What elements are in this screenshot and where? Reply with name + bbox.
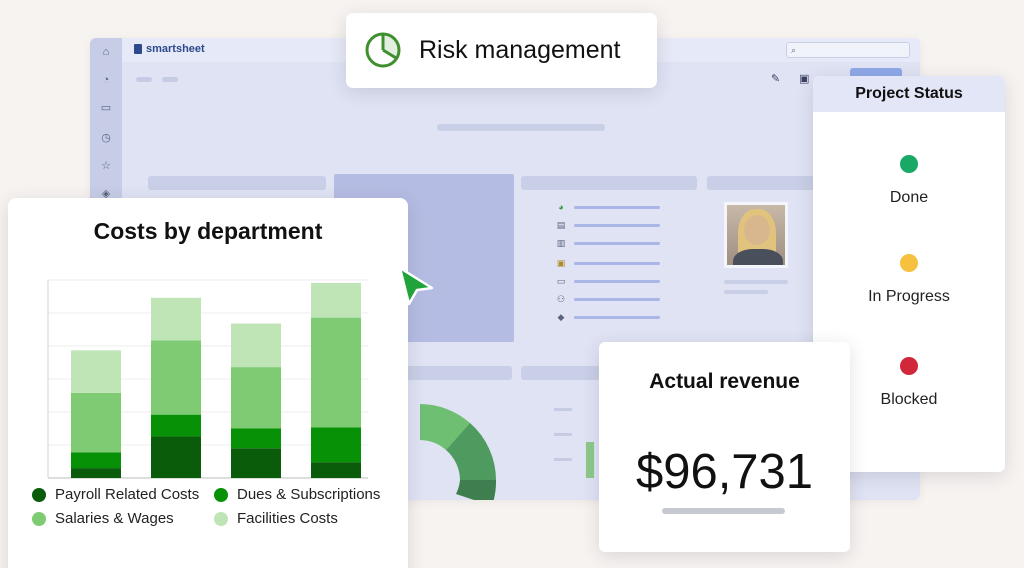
bar-segment: [71, 350, 121, 393]
legend-label: Dues & Subscriptions: [237, 486, 381, 503]
revenue-value: $96,731: [635, 445, 814, 499]
legend-swatch: [214, 511, 228, 526]
actual-revenue-card: Actual revenue $96,731: [599, 342, 850, 552]
bar-segment: [311, 317, 361, 428]
bar-segment: [311, 282, 361, 318]
legend-item: Facilities Costs: [214, 510, 404, 527]
status-dot: [900, 254, 918, 272]
legend-label: Facilities Costs: [237, 510, 338, 527]
status-in-progress: In Progress: [813, 254, 1005, 306]
status-label: In Progress: [868, 288, 950, 305]
legend-label: Salaries & Wages: [55, 510, 174, 527]
costs-by-department-card: Costs by department Payroll Related Cost…: [8, 198, 408, 568]
donut-segment: [456, 480, 497, 500]
risk-management-title: Risk management: [419, 36, 621, 64]
bar-segment: [231, 448, 281, 478]
bar-segment: [231, 367, 281, 429]
bar-segment: [151, 297, 201, 341]
project-status-title: Project Status: [813, 76, 1005, 112]
status-dot: [900, 357, 918, 375]
legend-swatch: [32, 487, 46, 502]
revenue-title: Actual revenue: [649, 370, 800, 393]
stacked-bar-chart: [47, 279, 368, 479]
pie-chart-icon: [365, 32, 401, 68]
risk-management-card[interactable]: Risk management: [346, 13, 657, 88]
chart-legend: Payroll Related Costs Dues & Subscription…: [32, 486, 412, 527]
axis-placeholder: [554, 408, 572, 411]
axis-placeholder: [554, 433, 572, 436]
bar-segment: [311, 427, 361, 463]
bar-segment: [151, 414, 201, 437]
bar-segment: [231, 323, 281, 368]
status-label: Done: [889, 189, 929, 206]
legend-item: Payroll Related Costs: [32, 486, 214, 503]
pointer-cursor-icon: [398, 266, 434, 306]
bar-segment: [311, 462, 361, 478]
status-done: Done: [813, 155, 1005, 207]
legend-label: Payroll Related Costs: [55, 486, 200, 503]
revenue-bar: [662, 508, 785, 514]
bar-segment: [151, 340, 201, 415]
bar-segment: [151, 436, 201, 478]
legend-item: Salaries & Wages: [32, 510, 214, 527]
bar-segment: [71, 452, 121, 469]
status-dot: [900, 155, 918, 173]
mini-bar: [586, 442, 594, 478]
legend-swatch: [32, 511, 46, 526]
bar-segment: [231, 428, 281, 449]
bar-segment: [71, 392, 121, 453]
legend-swatch: [214, 487, 228, 502]
legend-item: Dues & Subscriptions: [214, 486, 404, 503]
axis-placeholder: [554, 458, 572, 461]
bar-segment: [71, 468, 121, 478]
